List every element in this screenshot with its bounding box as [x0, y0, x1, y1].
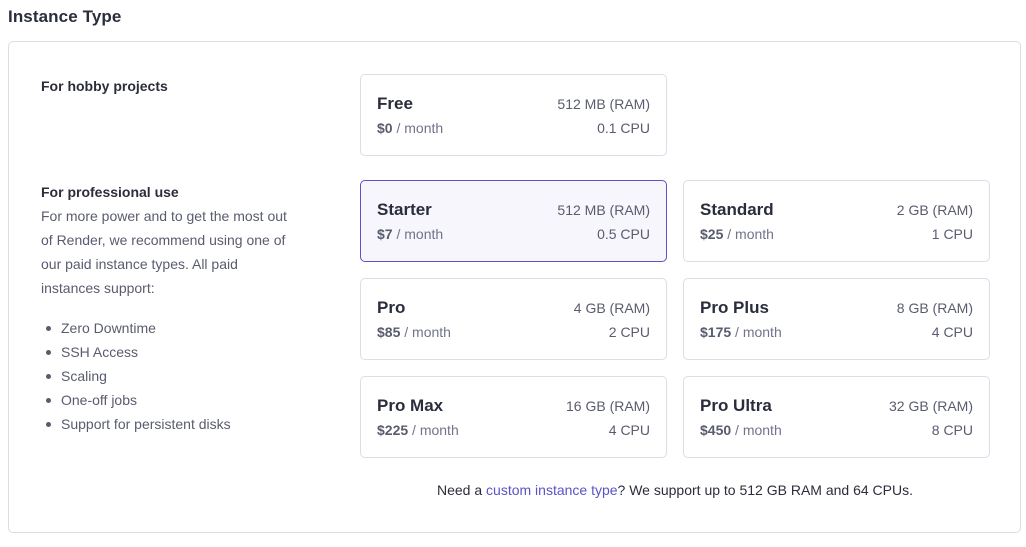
plan-price-period: / month	[412, 422, 459, 438]
plan-cpu: 0.1 CPU	[597, 120, 650, 136]
plan-price-period: / month	[396, 226, 444, 242]
plan-price-amount: $7	[377, 226, 393, 242]
plan-cpu: 2 CPU	[608, 324, 650, 340]
professional-heading: For professional use	[41, 184, 179, 200]
plan-card-pro-max[interactable]: Pro Max $225 / month 16 GB (RAM) 4 CPU	[360, 376, 667, 458]
bullet-icon	[46, 374, 51, 379]
plan-card-pro-ultra[interactable]: Pro Ultra $450 / month 32 GB (RAM) 8 CPU	[683, 376, 990, 458]
bullet-icon	[46, 350, 51, 355]
plan-ram: 512 MB (RAM)	[557, 202, 650, 218]
plan-price-period: / month	[727, 226, 774, 242]
plan-name: Pro	[377, 298, 406, 317]
plan-price: $25 / month	[700, 226, 774, 242]
plan-price-amount: $25	[700, 226, 724, 242]
feature-label: Zero Downtime	[61, 320, 156, 336]
section-title: Instance Type	[8, 7, 122, 26]
footer-prefix: Need a	[436, 482, 487, 498]
custom-instance-link[interactable]: custom instance type	[486, 482, 618, 498]
plan-price-amount: $450	[700, 422, 732, 438]
list-item: One-off jobs	[41, 388, 231, 412]
custom-instance-note: Need a custom instance type? We support …	[360, 482, 990, 498]
hobby-heading: For hobby projects	[41, 78, 168, 94]
plan-price-amount: $175	[700, 324, 732, 340]
plan-ram: 4 GB (RAM)	[573, 300, 650, 316]
bullet-icon	[46, 326, 51, 331]
plan-price: $7 / month	[377, 226, 443, 242]
bullet-icon	[46, 422, 51, 427]
plan-name: Pro Ultra	[700, 396, 772, 415]
professional-description: For more power and to get the most out o…	[41, 208, 287, 296]
plan-name: Pro Plus	[700, 298, 769, 317]
plan-price-period: / month	[404, 324, 451, 340]
plan-cpu: 0.5 CPU	[597, 226, 650, 242]
plan-price-amount: $85	[377, 324, 401, 340]
plan-price-period: / month	[735, 324, 782, 340]
feature-label: SSH Access	[61, 344, 139, 360]
plan-price: $225 / month	[377, 422, 459, 438]
bullet-icon	[46, 398, 51, 403]
plan-card-pro[interactable]: Pro $85 / month 4 GB (RAM) 2 CPU	[360, 278, 667, 360]
feature-list: Zero Downtime SSH Access Scaling One-off…	[41, 316, 231, 436]
plan-cpu: 8 CPU	[931, 422, 973, 438]
plan-card-standard[interactable]: Standard $25 / month 2 GB (RAM) 1 CPU	[683, 180, 990, 262]
list-item: SSH Access	[41, 340, 231, 364]
plan-price-amount: $0	[377, 120, 393, 136]
plan-name: Free	[377, 94, 413, 113]
list-item: Zero Downtime	[41, 316, 231, 340]
plan-ram: 32 GB (RAM)	[888, 398, 973, 414]
feature-label: One-off jobs	[61, 392, 138, 408]
plan-name: Pro Max	[377, 396, 444, 415]
plan-card-starter[interactable]: Starter $7 / month 512 MB (RAM) 0.5 CPU	[360, 180, 667, 262]
plan-name: Standard	[700, 200, 774, 219]
plan-cpu: 4 CPU	[931, 324, 973, 340]
plan-price-period: / month	[735, 422, 782, 438]
plan-card-free[interactable]: Free $0 / month 512 MB (RAM) 0.1 CPU	[360, 74, 667, 156]
plan-price-amount: $225	[377, 422, 409, 438]
plan-cpu: 4 CPU	[608, 422, 650, 438]
plan-cpu: 1 CPU	[931, 226, 973, 242]
feature-label: Scaling	[61, 368, 107, 384]
feature-label: Support for persistent disks	[61, 416, 231, 432]
plan-ram: 16 GB (RAM)	[565, 398, 650, 414]
plan-price: $85 / month	[377, 324, 451, 340]
plan-ram: 512 MB (RAM)	[557, 96, 650, 112]
plan-ram: 8 GB (RAM)	[896, 300, 973, 316]
plan-ram: 2 GB (RAM)	[896, 202, 973, 218]
plan-card-pro-plus[interactable]: Pro Plus $175 / month 8 GB (RAM) 4 CPU	[683, 278, 990, 360]
plan-name: Starter	[377, 200, 432, 219]
plan-price: $450 / month	[700, 422, 782, 438]
plan-price-period: / month	[396, 120, 444, 136]
list-item: Scaling	[41, 364, 231, 388]
plan-price: $175 / month	[700, 324, 782, 340]
plan-price: $0 / month	[377, 120, 443, 136]
list-item: Support for persistent disks	[41, 412, 231, 436]
footer-suffix: ? We support up to 512 GB RAM and 64 CPU…	[617, 482, 913, 498]
